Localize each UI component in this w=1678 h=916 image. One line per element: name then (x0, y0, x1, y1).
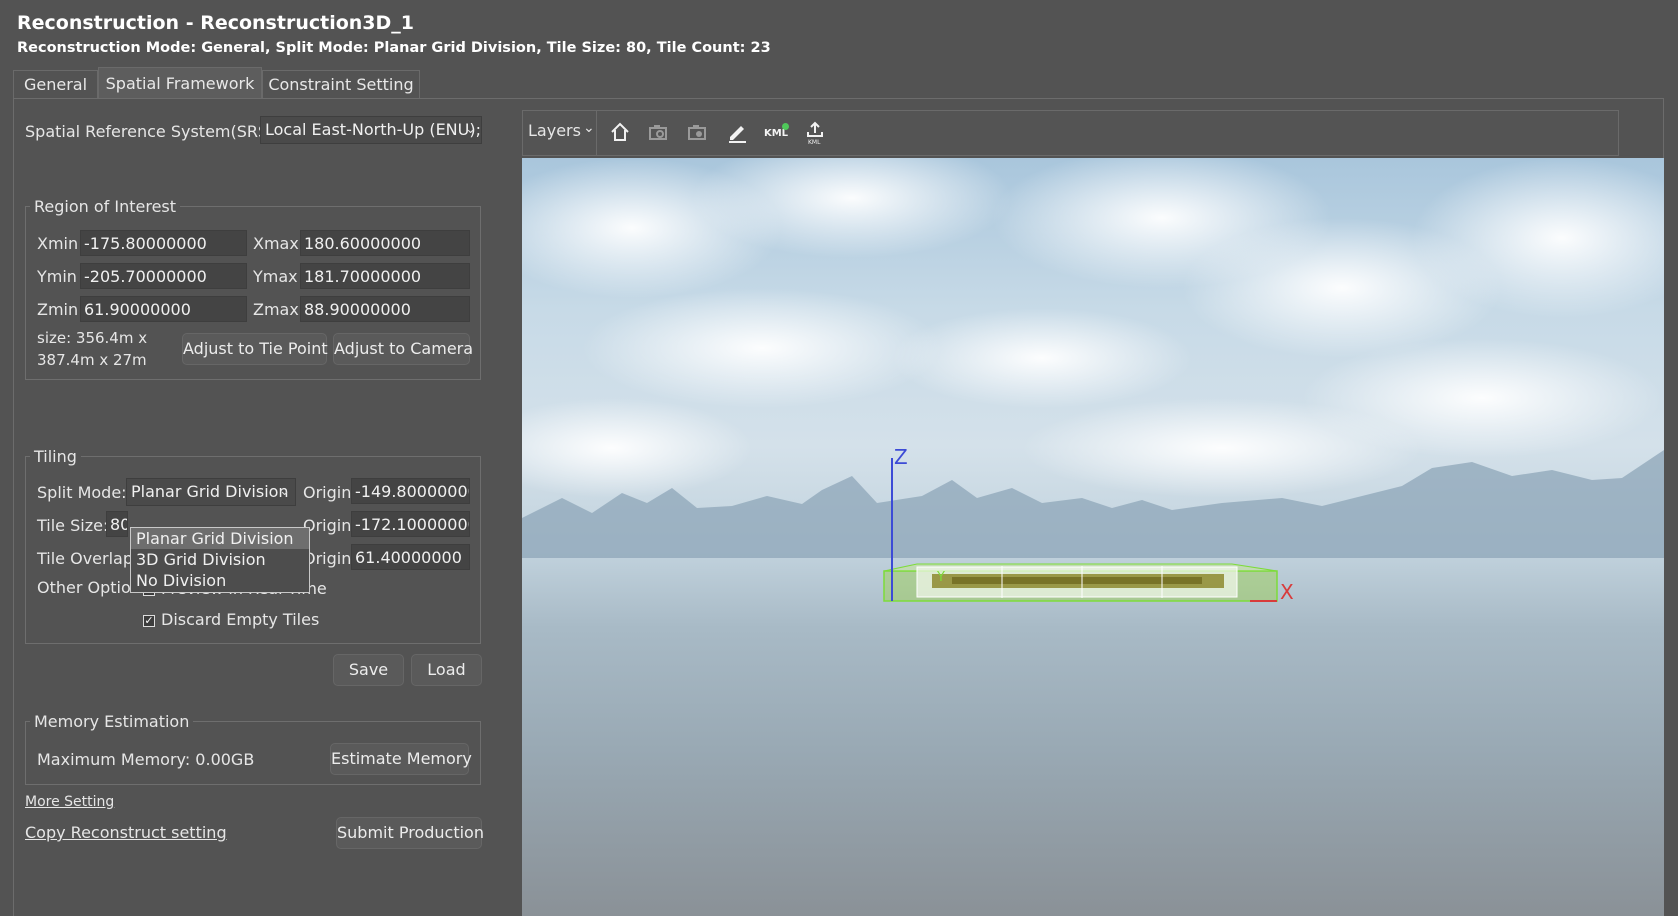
ymax-field[interactable]: 181.70000000 (300, 263, 470, 289)
origin-y-label: Origin (303, 516, 352, 535)
chevron-down-icon: ⌄ (465, 122, 476, 137)
estimate-memory-button[interactable]: Estimate Memory (330, 743, 472, 775)
window-title: Reconstruction - Reconstruction3D_1 (17, 12, 414, 34)
pen-edit-icon[interactable] (724, 121, 750, 147)
split-mode-option-no-division[interactable]: No Division (131, 570, 309, 591)
origin-z-label: Origin (303, 549, 352, 568)
ymin-field[interactable]: -205.70000000 (80, 263, 247, 289)
sky-clouds (522, 158, 1664, 498)
xmin-field[interactable]: -175.80000000 (80, 230, 247, 256)
origin-z-field[interactable]: 61.40000000 (351, 544, 470, 570)
discard-empty-tiles-label: Discard Empty Tiles (161, 610, 320, 629)
chevron-down-icon: ⌄ (279, 484, 290, 499)
origin-x-field[interactable]: -149.80000000 (351, 478, 470, 504)
tab-constraint-setting[interactable]: Constraint Setting (262, 70, 420, 98)
srs-select[interactable]: Local East-North-Up (ENU); ⌄ (260, 116, 482, 144)
origin-x-label: Origin (303, 483, 352, 502)
tiling-legend: Tiling (30, 447, 81, 466)
camera-capture-alt-icon[interactable] (685, 121, 711, 147)
split-mode-option-planar[interactable]: Planar Grid Division (131, 528, 309, 549)
tile-overlap-label: Tile Overlap (37, 549, 133, 568)
y-axis-label: Y (936, 570, 945, 585)
roi-legend: Region of Interest (30, 197, 181, 216)
split-mode-value: Planar Grid Division (131, 482, 289, 501)
more-setting-link[interactable]: More Setting (25, 794, 114, 810)
copy-reconstruct-setting-link[interactable]: Copy Reconstruct setting (25, 823, 227, 842)
reconstruction-summary: Reconstruction Mode: General, Split Mode… (17, 40, 771, 56)
srs-label: Spatial Reference System(SRS): (25, 122, 280, 141)
split-mode-option-3d-grid[interactable]: 3D Grid Division (131, 549, 309, 570)
save-button[interactable]: Save (333, 654, 404, 686)
xmax-label: Xmax (253, 234, 299, 253)
discard-empty-tiles-checkbox[interactable]: ✓ (143, 615, 155, 627)
roi-size-line2: 387.4m x 27m (37, 351, 147, 369)
adjust-to-tie-point-button[interactable]: Adjust to Tie Point (182, 333, 328, 365)
zmax-field[interactable]: 88.90000000 (300, 296, 470, 322)
xmax-field[interactable]: 180.60000000 (300, 230, 470, 256)
zmin-field[interactable]: 61.90000000 (80, 296, 247, 322)
origin-y-field[interactable]: -172.10000000 (351, 511, 470, 537)
kml-add-icon[interactable]: KML (763, 121, 789, 147)
roi-size-line1: size: 356.4m x (37, 329, 148, 347)
zmin-label: Zmin (37, 300, 79, 319)
tab-spatial-framework[interactable]: Spatial Framework (98, 67, 262, 98)
split-mode-label: Split Mode: (37, 483, 127, 502)
ymax-label: Ymax (253, 267, 298, 286)
max-memory-text: Maximum Memory: 0.00GB (37, 750, 255, 769)
camera-capture-icon[interactable] (646, 121, 672, 147)
svg-text:KML: KML (808, 139, 821, 145)
srs-select-value: Local East-North-Up (ENU); (265, 120, 481, 139)
viewport-scene: Z X Y (522, 158, 1664, 604)
viewer-toolbar: Layers ⌄ KML KML (522, 110, 1619, 156)
ymin-label: Ymin (37, 267, 77, 286)
memory-legend: Memory Estimation (30, 712, 194, 731)
toolbar-divider (596, 111, 597, 155)
tab-general[interactable]: General (13, 70, 98, 98)
submit-production-button[interactable]: Submit Production (336, 817, 484, 849)
tile-size-field[interactable]: 80 (106, 511, 128, 537)
home-icon[interactable] (607, 121, 633, 147)
z-axis-label: Z (894, 445, 908, 469)
xmin-label: Xmin (37, 234, 79, 253)
kml-export-icon[interactable]: KML (802, 121, 828, 147)
adjust-to-camera-button[interactable]: Adjust to Camera (333, 333, 473, 365)
tile-size-label: Tile Size: (37, 516, 109, 535)
zmax-label: Zmax (253, 300, 299, 319)
layers-dropdown-label[interactable]: Layers (528, 121, 581, 140)
split-mode-select[interactable]: Planar Grid Division ⌄ (126, 478, 296, 506)
3d-viewport[interactable]: Z X Y (522, 158, 1664, 916)
chevron-down-icon[interactable]: ⌄ (583, 120, 595, 136)
x-axis-label: X (1280, 580, 1294, 604)
load-button[interactable]: Load (411, 654, 482, 686)
split-mode-dropdown: Planar Grid Division 3D Grid Division No… (130, 527, 310, 593)
